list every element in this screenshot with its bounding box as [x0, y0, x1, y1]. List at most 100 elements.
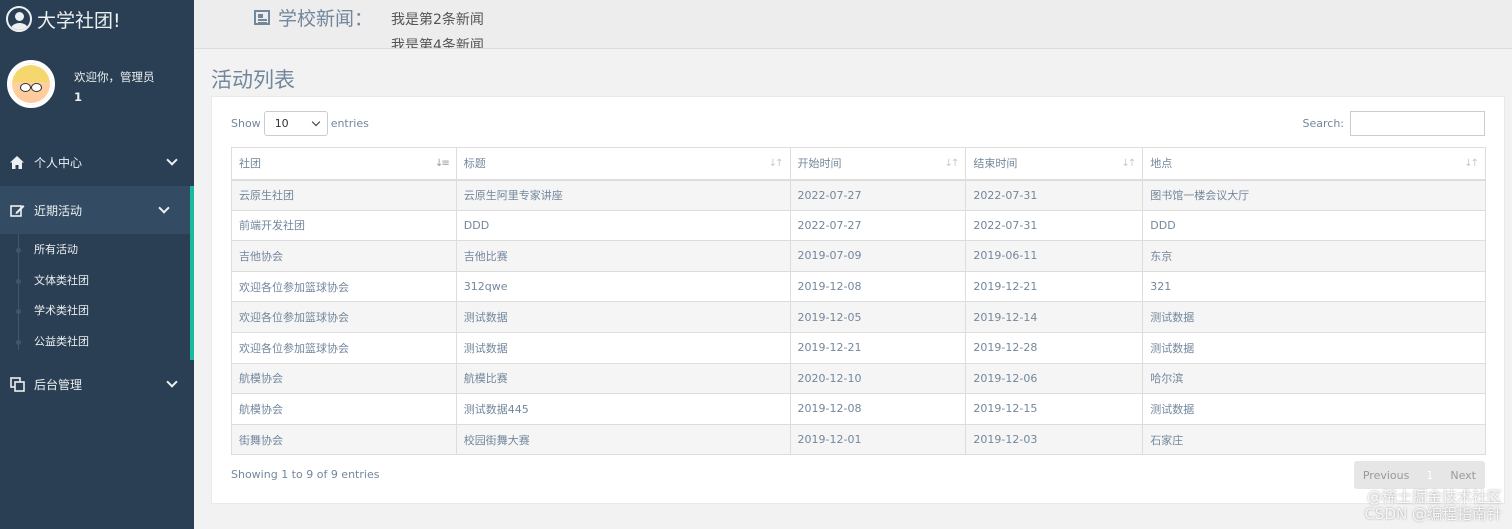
table-cell: 云原生阿里专家讲座 — [455, 179, 791, 211]
sort-icon: ↓↑ — [1464, 158, 1479, 169]
show-label: Show — [231, 117, 261, 130]
table-row: 航模协会 航模比赛 2020-12-10 2019-12-06 哈尔滨 — [231, 362, 1486, 395]
column-header-start-time[interactable]: 开始时间 ↓↑ — [789, 147, 967, 181]
table-row: 欢迎各位参加篮球协会 测试数据 2019-12-21 2019-12-28 测试数据 — [231, 331, 1486, 364]
column-header-location[interactable]: 地点 ↓↑ — [1142, 147, 1486, 181]
table-cell: 2019-12-06 — [965, 362, 1144, 395]
table-cell: 2019-12-21 — [965, 270, 1144, 303]
table-cell: 航模比赛 — [455, 362, 791, 395]
submenu-item-charity-clubs[interactable]: 公益类社团 — [0, 326, 190, 357]
activity-table: 社团 ↓≡ 标题 ↓↑ 开始时间 ↓↑ 结束时间 ↓↑ 地点 ↓↑ 云原生社团 云原生阿里专… — [231, 147, 1486, 456]
previous-button[interactable]: Previous — [1354, 461, 1419, 489]
table-cell: 312qwe — [455, 270, 791, 303]
table-row: 欢迎各位参加篮球协会 测试数据 2019-12-05 2019-12-14 测试数据 — [231, 301, 1486, 333]
submenu-item-arts-clubs[interactable]: 文体类社团 — [0, 265, 190, 296]
table-cell: 2019-06-11 — [965, 240, 1144, 272]
news-bar: 学校新闻： 我是第2条新闻 我是第4条新闻 — [194, 0, 1512, 49]
table-cell: DDD — [1142, 209, 1486, 242]
table-cell: DDD — [455, 209, 791, 242]
watermark: @稀土掘金技术社区 CSDN @编程指南针 — [1364, 488, 1502, 523]
table-cell: 测试数据 — [1142, 331, 1486, 364]
table-cell: 测试数据 — [455, 301, 791, 333]
table-cell: 2019-12-05 — [789, 301, 967, 333]
table-cell: 吉他比赛 — [455, 240, 791, 272]
table-cell: 云原生社团 — [231, 179, 457, 211]
page-title: 活动列表 — [211, 68, 295, 92]
pagination: Previous 1 Next — [1353, 461, 1485, 489]
table-cell: 前端开发社团 — [231, 209, 457, 242]
table-cell: 航模协会 — [231, 362, 457, 395]
table-cell: 石家庄 — [1142, 423, 1486, 456]
table-cell: 东京 — [1142, 240, 1486, 272]
table-cell: 欢迎各位参加篮球协会 — [231, 301, 457, 333]
table-row: 吉他协会 吉他比赛 2019-07-09 2019-06-11 东京 — [231, 240, 1486, 272]
chevron-down-icon — [166, 376, 178, 388]
column-header-title[interactable]: 标题 ↓↑ — [455, 147, 791, 181]
next-button[interactable]: Next — [1441, 461, 1485, 489]
table-row: 云原生社团 云原生阿里专家讲座 2022-07-27 2022-07-31 图书馆一楼会… — [231, 179, 1486, 211]
activity-panel: Show 10 entries Search: 社团 ↓≡ 标题 ↓↑ 开始时间 ↓↑… — [211, 96, 1505, 504]
table-cell: 2019-12-14 — [965, 301, 1144, 333]
clone-icon — [9, 376, 25, 392]
table-cell: 2019-12-03 — [965, 423, 1144, 456]
sidebar-item-label: 后台管理 — [34, 377, 83, 392]
sidebar-item-label: 近期活动 — [34, 203, 83, 218]
table-row: 欢迎各位参加篮球协会 312qwe 2019-12-08 2019-12-21 321 — [231, 270, 1486, 303]
news-label: 学校新闻： — [278, 8, 374, 30]
search-control: Search: — [1302, 111, 1485, 136]
sidebar-item-personal-center[interactable]: 个人中心 — [0, 138, 194, 186]
submenu-item-academic-clubs[interactable]: 学术类社团 — [0, 295, 190, 326]
table-cell: 2019-12-08 — [789, 270, 967, 303]
sidebar-item-recent-activities[interactable]: 近期活动 — [0, 186, 194, 234]
search-label: Search: — [1302, 117, 1345, 130]
news-item[interactable]: 我是第4条新闻 — [391, 35, 484, 48]
table-cell: 2019-12-15 — [965, 393, 1144, 425]
submenu-item-all-activities[interactable]: 所有活动 — [0, 234, 190, 265]
brand[interactable]: 大学社团! — [0, 0, 194, 38]
news-item[interactable]: 我是第2条新闻 — [391, 9, 484, 29]
brand-title: 大学社团! — [37, 9, 121, 32]
home-icon — [9, 154, 25, 170]
table-cell: 2019-12-08 — [789, 393, 967, 425]
profile: 欢迎你，管理员 1 — [0, 38, 194, 128]
table-cell: 2019-07-09 — [789, 240, 967, 272]
table-cell: 321 — [1142, 270, 1486, 303]
column-header-club[interactable]: 社团 ↓≡ — [231, 147, 457, 181]
sort-icon: ↓↑ — [1121, 158, 1136, 169]
column-header-end-time[interactable]: 结束时间 ↓↑ — [965, 147, 1144, 181]
sort-icon: ↓↑ — [768, 158, 784, 169]
table-cell: 2019-12-21 — [789, 331, 967, 364]
table-cell: 航模协会 — [231, 393, 457, 425]
chevron-down-icon — [311, 117, 320, 127]
table-cell: 街舞协会 — [231, 423, 457, 456]
table-info: Showing 1 to 9 of 9 entries — [231, 468, 380, 481]
table-cell: 图书馆一楼会议大厅 — [1142, 179, 1486, 211]
table-cell: 2022-07-31 — [965, 179, 1144, 211]
sort-icon: ↓↑ — [944, 158, 960, 169]
table-row: 航模协会 测试数据445 2019-12-08 2019-12-15 测试数据 — [231, 393, 1486, 425]
table-cell: 欢迎各位参加篮球协会 — [231, 270, 457, 303]
table-cell: 测试数据 — [1142, 301, 1486, 333]
entries-select[interactable]: 10 — [263, 111, 328, 136]
table-row: 街舞协会 校园街舞大赛 2019-12-01 2019-12-03 石家庄 — [231, 423, 1486, 456]
table-cell: 测试数据 — [1142, 393, 1486, 425]
table-cell: 2022-07-27 — [789, 209, 967, 242]
chevron-down-icon — [166, 154, 178, 166]
entries-length-control: Show 10 entries — [231, 111, 369, 136]
table-cell: 2019-12-01 — [789, 423, 967, 456]
table-cell: 哈尔滨 — [1142, 362, 1486, 395]
table-row: 前端开发社团 DDD 2022-07-27 2022-07-31 DDD — [231, 209, 1486, 242]
user-circle-icon — [6, 6, 32, 32]
table-cell: 测试数据 — [455, 331, 791, 364]
newspaper-icon — [254, 10, 270, 25]
sidebar: 大学社团! 欢迎你，管理员 1 个人中心 近期活动 所有活动 文体类社团 学术类… — [0, 0, 194, 529]
sidebar-item-label: 个人中心 — [34, 155, 83, 170]
search-input[interactable] — [1350, 111, 1485, 136]
table-cell: 欢迎各位参加篮球协会 — [231, 331, 457, 364]
table-cell: 测试数据445 — [455, 393, 791, 425]
table-cell: 校园街舞大赛 — [455, 423, 791, 456]
chevron-down-icon — [158, 202, 170, 214]
sidebar-item-admin[interactable]: 后台管理 — [0, 360, 194, 408]
table-cell: 2019-12-28 — [965, 331, 1144, 364]
page-1-button[interactable]: 1 — [1418, 461, 1442, 489]
